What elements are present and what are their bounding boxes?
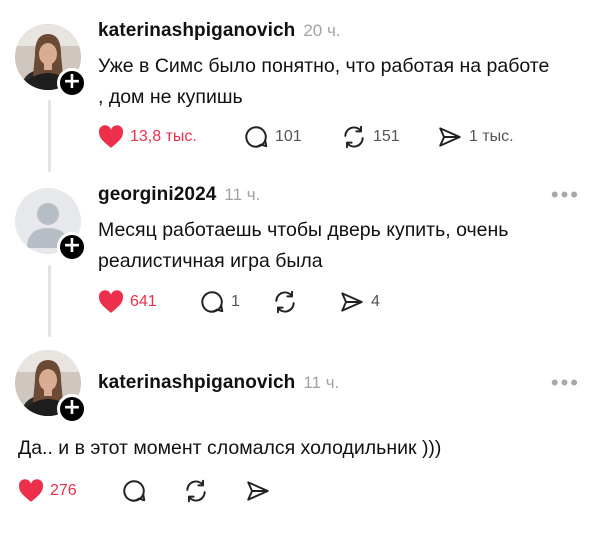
reply-count: 1 [231,293,240,310]
more-options-icon[interactable]: ••• [551,184,580,206]
thread-line [48,100,51,172]
like-button[interactable]: 276 [18,479,121,503]
avatar[interactable]: + [15,350,87,424]
repost-icon [275,290,295,314]
reply-button[interactable]: 101 [243,124,341,150]
heart-filled-icon [98,125,124,148]
comment-text-line: Уже в Симс было понятно, что работая на … [98,55,550,77]
reply-count: 101 [275,128,302,145]
send-icon [439,127,461,147]
share-count: 1 тыс. [469,128,514,145]
comment-header: katerinashpiganovich 11 ч. [98,372,339,394]
username[interactable]: katerinashpiganovich [98,372,295,394]
comment-text-line: Да.. и в этот момент сломался холодильни… [18,437,442,459]
like-count: 13,8 тыс. [130,128,197,145]
comment-text-line: реалистичная игра была [98,250,323,272]
comment-header: katerinashpiganovich 20 ч. [98,20,341,42]
reply-button[interactable] [121,478,183,504]
follow-plus-icon[interactable]: + [57,232,87,262]
thread-line [48,265,51,337]
more-options-icon[interactable]: ••• [551,372,580,394]
repost-button[interactable]: 151 [341,124,437,150]
share-button[interactable] [245,478,271,504]
avatar[interactable]: + [15,188,87,262]
comment-text: Уже в Симс было понятно, что работая на … [98,51,549,113]
comment-text-line: , дом не купишь [98,86,243,108]
comment-text: Да.. и в этот момент сломался холодильни… [18,433,441,464]
comment-bubble-icon [201,291,224,313]
like-button[interactable]: 641 [98,290,199,314]
comment-header: georgini2024 11 ч. [98,184,260,206]
repost-count: 151 [373,128,400,145]
action-bar: 13,8 тыс. 101 151 1 тыс. [98,124,514,150]
like-button[interactable]: 13,8 тыс. [98,125,243,149]
username[interactable]: georgini2024 [98,184,216,206]
share-count: 4 [371,293,380,310]
reply-button[interactable]: 1 [199,289,272,315]
comment-bubble-icon [245,126,268,148]
share-button[interactable]: 1 тыс. [437,124,514,150]
timestamp: 11 ч. [303,373,340,392]
repost-button[interactable] [183,478,245,504]
like-count: 276 [50,482,77,499]
avatar[interactable]: + [15,24,87,98]
action-bar: 276 [18,478,271,504]
send-icon [341,292,363,312]
comment-bubble-icon [123,480,146,502]
heart-filled-icon [98,290,124,313]
share-button[interactable]: 4 [339,289,380,315]
follow-plus-icon[interactable]: + [57,394,87,424]
username[interactable]: katerinashpiganovich [98,20,295,42]
heart-filled-icon [18,479,44,502]
action-bar: 641 1 4 [98,289,380,315]
follow-plus-icon[interactable]: + [57,68,87,98]
repost-icon [186,479,206,503]
repost-button[interactable] [272,289,339,315]
comment-text: Месяц работаешь чтобы дверь купить, очен… [98,215,508,277]
like-count: 641 [130,293,157,310]
timestamp: 11 ч. [224,185,261,204]
timestamp: 20 ч. [303,21,341,40]
send-icon [247,481,269,501]
repost-icon [344,125,364,149]
comment-text-line: Месяц работаешь чтобы дверь купить, очен… [98,219,509,241]
